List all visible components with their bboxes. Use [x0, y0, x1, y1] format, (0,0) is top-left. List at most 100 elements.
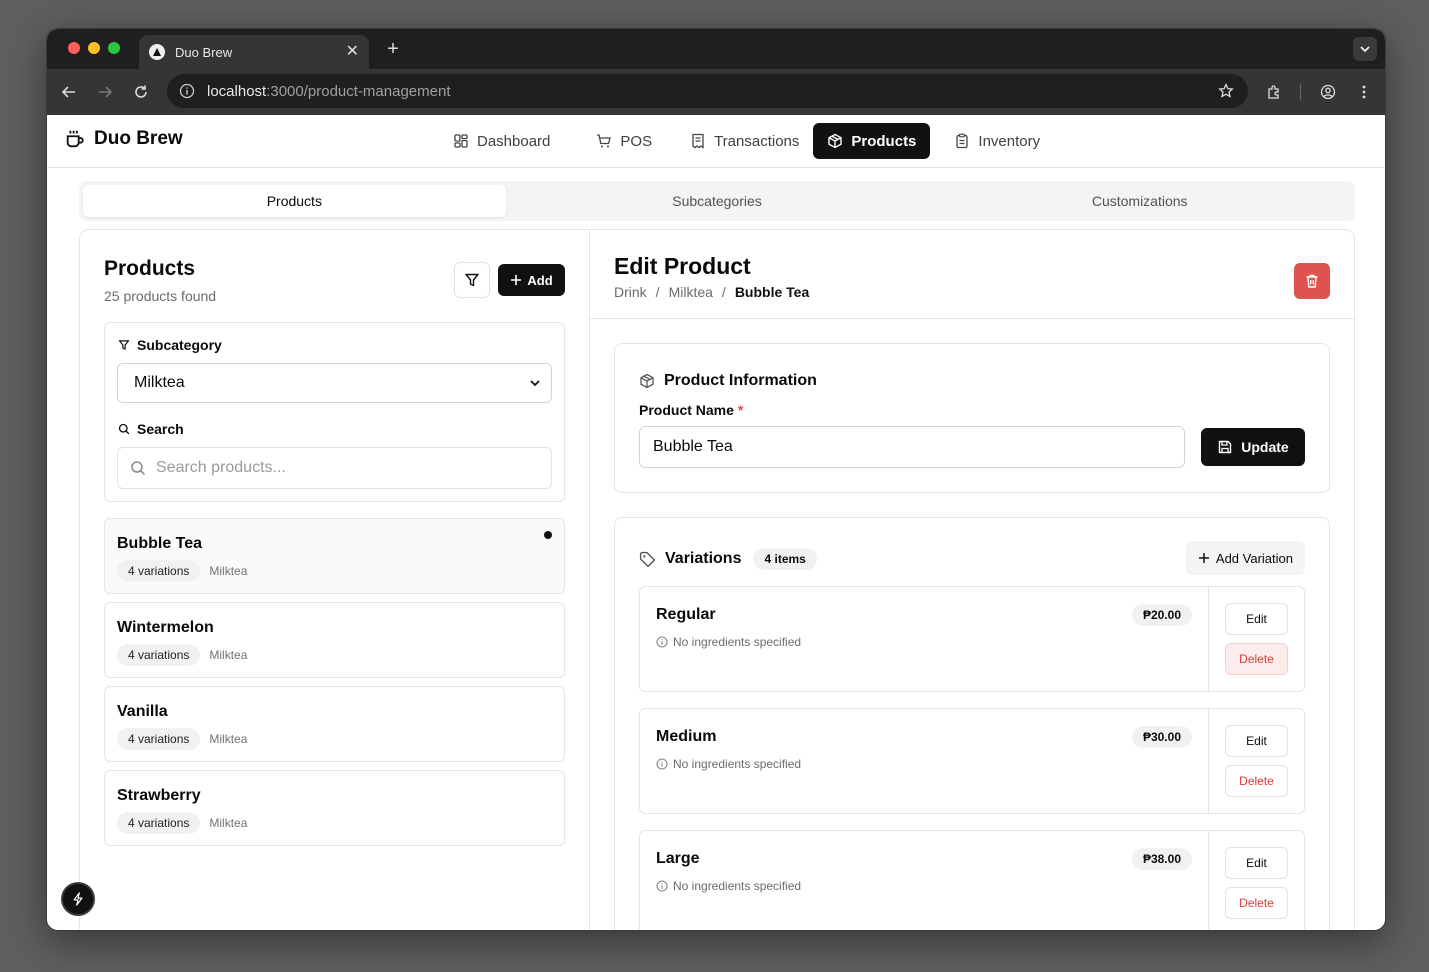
product-meta: 4 variations Milktea: [117, 560, 247, 582]
product-item-strawberry[interactable]: Strawberry 4 variations Milktea: [104, 770, 565, 846]
variations-badge: 4 variations: [117, 560, 201, 582]
nextjs-favicon-icon: [149, 44, 165, 60]
product-information-title: Product Information: [639, 372, 817, 390]
maximize-window-button[interactable]: [108, 42, 120, 54]
info-icon: [656, 758, 668, 770]
edit-variation-button[interactable]: Edit: [1225, 725, 1288, 757]
product-item-vanilla[interactable]: Vanilla 4 variations Milktea: [104, 686, 565, 762]
variation-actions: Edit Delete: [1225, 725, 1288, 797]
product-name-label-text: Product Name: [639, 402, 734, 418]
cart-icon: [597, 134, 612, 148]
tab-strip: Duo Brew ✕ +: [47, 29, 1385, 69]
product-meta: 4 variations Milktea: [117, 644, 247, 666]
nav-label: Transactions: [714, 132, 800, 150]
product-item-wintermelon[interactable]: Wintermelon 4 variations Milktea: [104, 602, 565, 678]
nav-dashboard[interactable]: Dashboard: [439, 123, 564, 159]
tab-subcategories[interactable]: Subcategories: [506, 185, 929, 217]
edit-variation-button[interactable]: Edit: [1225, 603, 1288, 635]
variation-details: Large ₱38.00 No ingredients specified: [640, 831, 1209, 930]
browser-menu-button[interactable]: [1352, 80, 1376, 104]
tab-title: Duo Brew: [175, 44, 233, 60]
chevron-down-icon: [1360, 46, 1370, 53]
bookmark-star-icon[interactable]: [1218, 83, 1234, 99]
variation-ingredients-note: No ingredients specified: [656, 757, 801, 771]
add-variation-label: Add Variation: [1215, 550, 1293, 566]
filter-toggle-button[interactable]: [454, 262, 490, 298]
puzzle-icon: [1268, 85, 1279, 99]
update-button[interactable]: Update: [1201, 428, 1305, 466]
save-icon: [1219, 440, 1232, 454]
update-label: Update: [1241, 439, 1289, 455]
edit-variation-button[interactable]: Edit: [1225, 847, 1288, 879]
trash-icon: [1306, 274, 1318, 288]
brand-name: Duo Brew: [94, 128, 183, 149]
breadcrumb-subcategory[interactable]: Milktea: [669, 284, 713, 300]
search-icon: [118, 423, 130, 435]
forward-button[interactable]: [93, 80, 117, 104]
subcategory-select[interactable]: Milktea: [117, 363, 552, 403]
extensions-button[interactable]: [1262, 80, 1286, 104]
close-tab-icon[interactable]: ✕: [346, 44, 359, 60]
add-label: Add: [527, 272, 553, 288]
required-marker: *: [737, 402, 744, 418]
top-navbar: Duo Brew Dashboard POS Transactions Prod…: [47, 115, 1385, 168]
brand[interactable]: Duo Brew: [64, 128, 183, 150]
plus-icon: [511, 275, 522, 285]
delete-product-button[interactable]: [1294, 263, 1330, 299]
products-list-pane: Products 25 products found Add Subcatego…: [80, 230, 590, 930]
reload-button[interactable]: [129, 80, 153, 104]
breadcrumb-separator: /: [655, 284, 660, 300]
variation-item-regular: Regular ₱20.00 No ingredients specified …: [639, 586, 1305, 692]
nav-pos[interactable]: POS: [582, 123, 666, 159]
delete-variation-button[interactable]: Delete: [1225, 887, 1288, 919]
address-bar[interactable]: localhost:3000/product-management: [167, 74, 1248, 108]
product-category: Milktea: [209, 816, 248, 830]
new-tab-button[interactable]: +: [381, 37, 405, 61]
filters-box: Subcategory Milktea Search: [104, 322, 565, 502]
tab-products[interactable]: Products: [83, 185, 506, 217]
products-count: 25 products found: [104, 288, 217, 304]
search-field[interactable]: [117, 447, 552, 489]
edit-product-heading: Edit Product: [614, 253, 751, 279]
product-name-label: Product Name *: [639, 402, 743, 418]
product-item-bubble-tea[interactable]: Bubble Tea 4 variations Milktea: [104, 518, 565, 594]
card-title-text: Product Information: [664, 372, 817, 389]
minimize-window-button[interactable]: [88, 42, 100, 54]
breadcrumb: Drink / Milktea / Bubble Tea: [614, 284, 809, 300]
delete-variation-button[interactable]: Delete: [1225, 765, 1288, 797]
tab-customizations[interactable]: Customizations: [928, 185, 1351, 217]
variations-badge: 4 variations: [117, 728, 201, 750]
add-variation-button[interactable]: Add Variation: [1185, 541, 1305, 575]
variation-price: ₱20.00: [1131, 604, 1192, 626]
search-label-text: Search: [137, 421, 184, 437]
dev-tools-badge[interactable]: [63, 884, 93, 914]
close-window-button[interactable]: [68, 42, 80, 54]
product-category: Milktea: [209, 732, 248, 746]
variation-ingredients-note: No ingredients specified: [656, 635, 801, 649]
back-button[interactable]: [57, 80, 81, 104]
variation-actions: Edit Delete: [1225, 603, 1288, 675]
nav-label: POS: [620, 132, 653, 150]
search-input[interactable]: [156, 459, 536, 477]
tab-search-button[interactable]: [1353, 37, 1377, 61]
breadcrumb-category[interactable]: Drink: [614, 284, 647, 300]
url-host: localhost: [207, 82, 267, 100]
variations-card: Variations 4 items Add Variation Regular…: [614, 517, 1330, 930]
reload-icon: [135, 85, 147, 98]
browser-tab[interactable]: Duo Brew ✕: [139, 35, 369, 69]
site-info-icon[interactable]: [179, 83, 195, 99]
ingredients-note-text: No ingredients specified: [673, 757, 802, 771]
nav-inventory[interactable]: Inventory: [940, 123, 1054, 159]
product-name-input[interactable]: Bubble Tea: [639, 426, 1185, 468]
profile-button[interactable]: [1316, 80, 1340, 104]
tag-icon: [639, 551, 656, 567]
window-controls: [68, 42, 120, 54]
variation-details: Medium ₱30.00 No ingredients specified: [640, 709, 1209, 813]
nav-products[interactable]: Products: [813, 123, 931, 159]
variations-badge: 4 variations: [117, 644, 201, 666]
add-product-button[interactable]: Add: [498, 264, 565, 296]
nav-label: Dashboard: [477, 132, 551, 150]
delete-variation-button[interactable]: Delete: [1225, 643, 1288, 675]
section-tabs: Products Subcategories Customizations: [79, 181, 1355, 221]
nav-transactions[interactable]: Transactions: [676, 123, 813, 159]
